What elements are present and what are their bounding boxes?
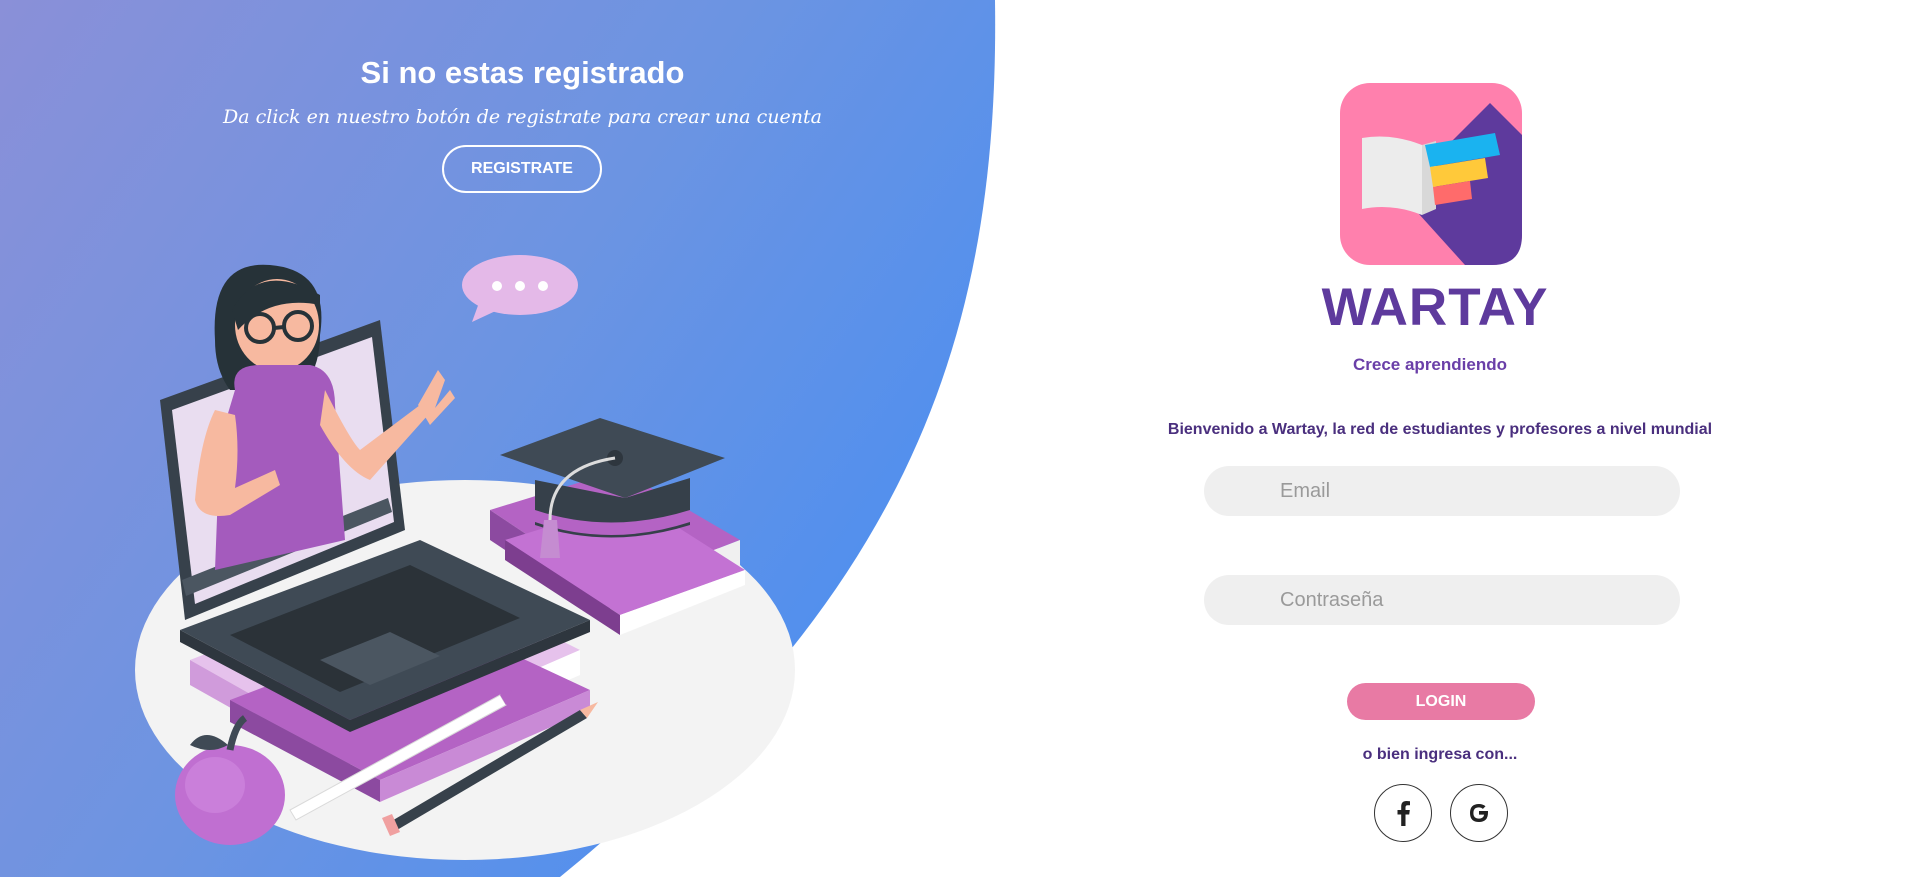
student-laptop-illustration bbox=[135, 255, 795, 860]
speech-bubble-icon bbox=[462, 255, 578, 322]
login-button[interactable]: LOGIN bbox=[1347, 683, 1535, 720]
password-field[interactable] bbox=[1204, 575, 1680, 625]
signup-panel: Si no estas registrado Da click en nuest… bbox=[0, 0, 1040, 877]
brand-name: WARTAY bbox=[1321, 278, 1549, 337]
alternative-login-text: o bien ingresa con... bbox=[1362, 746, 1518, 763]
welcome-message: Bienvenido a Wartay, la red de estudiant… bbox=[1167, 421, 1713, 438]
signup-title: Si no estas registrado bbox=[360, 55, 685, 90]
wartay-logo bbox=[1340, 83, 1522, 265]
signup-description: Da click en nuestro botón de registrate … bbox=[223, 106, 822, 128]
register-button[interactable]: REGISTRATE bbox=[442, 145, 602, 193]
email-field[interactable] bbox=[1204, 466, 1680, 516]
google-login-button[interactable] bbox=[1450, 784, 1508, 842]
brand-tagline: Crece aprendiendo bbox=[1353, 355, 1507, 374]
facebook-login-button[interactable] bbox=[1374, 784, 1432, 842]
google-icon bbox=[1470, 804, 1488, 822]
facebook-icon bbox=[1397, 801, 1410, 826]
